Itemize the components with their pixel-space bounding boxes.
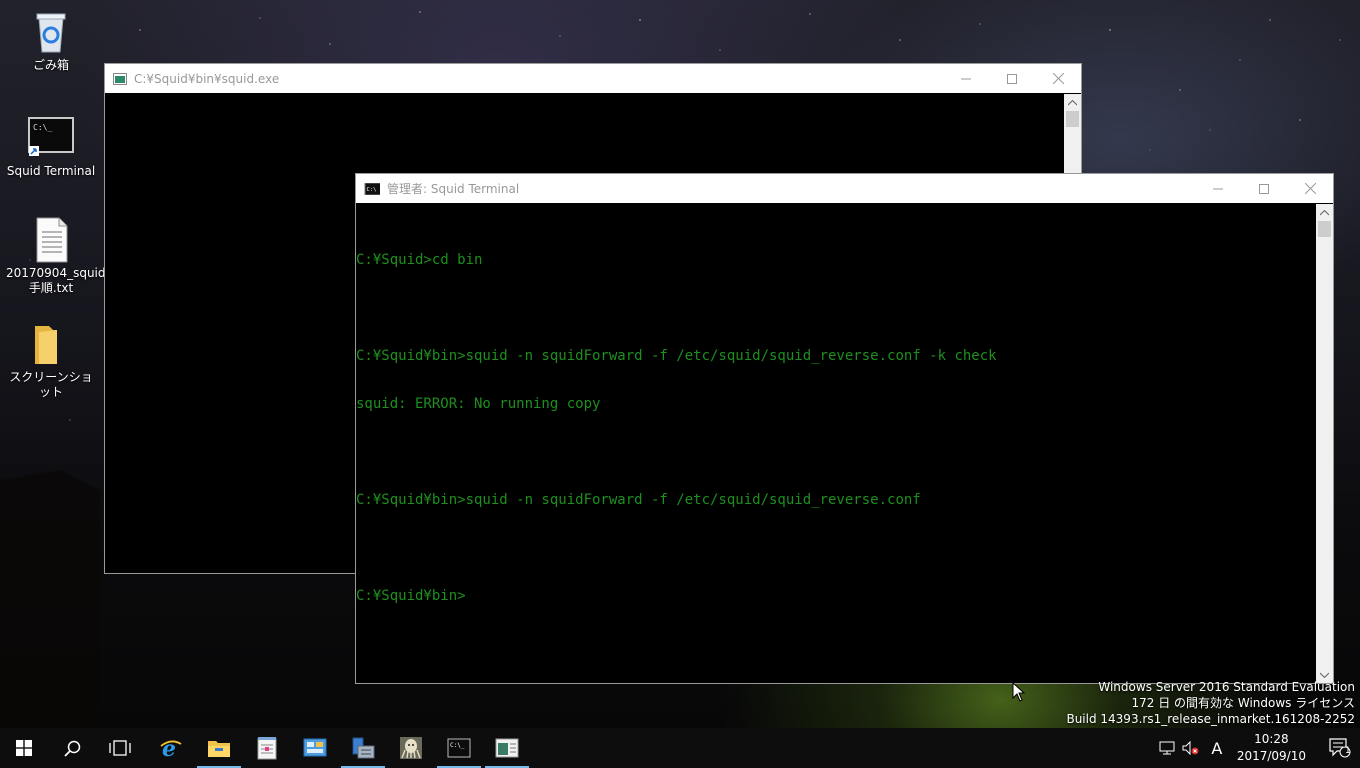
search-icon — [63, 740, 80, 757]
ime-mode-indicator[interactable]: A — [1203, 728, 1231, 768]
notepad-icon — [257, 737, 277, 760]
task-view-icon — [109, 740, 131, 756]
task-view-button[interactable] — [96, 728, 144, 768]
scroll-up-arrow[interactable] — [1064, 94, 1081, 111]
squid-exe-titlebar[interactable]: C:¥Squid¥bin¥squid.exe — [105, 64, 1081, 93]
svg-text:e: e — [162, 736, 176, 760]
system-tray: A 10:28 2017/09/10 1 — [1155, 728, 1360, 768]
maximize-button[interactable] — [989, 64, 1035, 93]
desktop-icon-folder[interactable]: スクリーンショット — [6, 320, 96, 400]
watermark-edition: Windows Server 2016 Standard Evaluation — [1098, 680, 1355, 694]
desktop-icon-label: スクリーンショット — [9, 370, 93, 399]
svg-text:C:\_: C:\_ — [450, 742, 465, 749]
search-button[interactable] — [48, 728, 96, 768]
server-manager-icon — [352, 737, 375, 759]
minimize-button[interactable] — [1195, 174, 1241, 203]
console-line: C:¥Squid>cd bin — [356, 252, 483, 268]
cmd-icon: C:\_ — [447, 738, 471, 758]
network-tray-button[interactable] — [1155, 728, 1179, 768]
recycle-bin-icon — [27, 8, 75, 56]
console-line: C:¥Squid¥bin> — [356, 588, 466, 604]
clock-time: 10:28 — [1254, 732, 1289, 746]
mouse-cursor-icon — [1012, 682, 1026, 702]
maximize-button[interactable] — [1241, 174, 1287, 203]
desktop-icon-squid-terminal[interactable]: C:\_ Squid Terminal — [6, 114, 96, 179]
terminal-console[interactable]: C:¥Squid>cd bin C:¥Squid¥bin>squid -n sq… — [356, 204, 1316, 683]
console-line: C:¥Squid¥bin>squid -n squidForward -f /e… — [356, 492, 921, 508]
close-button[interactable] — [1035, 64, 1081, 93]
taskbar-app-control-panel[interactable] — [291, 728, 339, 768]
desktop-icon-label: Squid Terminal — [6, 164, 96, 178]
taskbar-app-file-explorer[interactable] — [195, 728, 243, 768]
vertical-scrollbar[interactable] — [1316, 204, 1333, 683]
minimize-button[interactable] — [943, 64, 989, 93]
folder-icon — [27, 320, 75, 368]
windows-logo-icon — [16, 740, 32, 756]
text-file-icon — [27, 216, 75, 264]
window-title: C:¥Squid¥bin¥squid.exe — [134, 71, 280, 86]
taskbar-app-server-manager[interactable] — [339, 728, 387, 768]
desktop-icon-label: ごみ箱 — [32, 58, 69, 72]
taskbar-app-cmd[interactable]: C:\_ — [435, 728, 483, 768]
console-window-icon — [113, 72, 127, 85]
volume-muted-icon — [1182, 741, 1199, 755]
squid-icon — [400, 737, 422, 759]
svg-text:C:\: C:\ — [367, 187, 377, 193]
clock-date: 2017/09/10 — [1236, 749, 1306, 763]
console-line: squid: ERROR: No running copy — [356, 396, 601, 412]
taskbar-app-squid[interactable] — [387, 728, 435, 768]
squid-terminal-titlebar[interactable]: C:\ 管理者: Squid Terminal — [356, 174, 1333, 203]
taskbar-app-notepad[interactable] — [243, 728, 291, 768]
network-icon — [1159, 741, 1175, 755]
close-button[interactable] — [1287, 174, 1333, 203]
start-button[interactable] — [0, 728, 48, 768]
windows-evaluation-watermark: Windows Server 2016 Standard Evaluation … — [1066, 679, 1355, 727]
scroll-thumb[interactable] — [1318, 221, 1331, 237]
window-title: 管理者: Squid Terminal — [387, 182, 520, 196]
console-window-icon — [495, 738, 519, 758]
scroll-up-arrow[interactable] — [1316, 204, 1333, 221]
watermark-license: 172 日 の間有効な Windows ライセンス — [1131, 696, 1356, 710]
squid-terminal-window[interactable]: C:\ 管理者: Squid Terminal C:¥Squid>cd bin … — [355, 173, 1334, 684]
console-line: C:¥Squid¥bin>squid -n squidForward -f /e… — [356, 348, 997, 364]
taskbar-app-ie[interactable]: e — [147, 728, 195, 768]
desktop-icon-recycle-bin[interactable]: ごみ箱 — [6, 8, 96, 73]
ie-icon: e — [160, 736, 182, 760]
clock[interactable]: 10:28 2017/09/10 — [1237, 731, 1306, 765]
taskbar-app-console-window[interactable] — [483, 728, 531, 768]
desktop-icon-text-file[interactable]: 20170904_squid手順.txt — [6, 216, 106, 296]
control-panel-icon — [303, 738, 327, 757]
volume-tray-button[interactable] — [1179, 728, 1203, 768]
action-center-button[interactable]: 1 — [1320, 728, 1360, 768]
file-explorer-icon — [208, 741, 230, 757]
watermark-build: Build 14393.rs1_release_inmarket.161208-… — [1066, 712, 1355, 726]
desktop-icon-label: 20170904_squid手順.txt — [6, 266, 106, 295]
terminal-shortcut-icon: C:\_ — [27, 114, 75, 162]
cmd-icon: C:\ — [364, 182, 380, 195]
scroll-thumb[interactable] — [1066, 111, 1079, 127]
taskbar: e C:\_ A 10:28 2017/09/10 1 — [0, 728, 1360, 768]
svg-text:C:\_: C:\_ — [33, 123, 52, 132]
notification-count-badge: 1 — [1345, 746, 1351, 756]
